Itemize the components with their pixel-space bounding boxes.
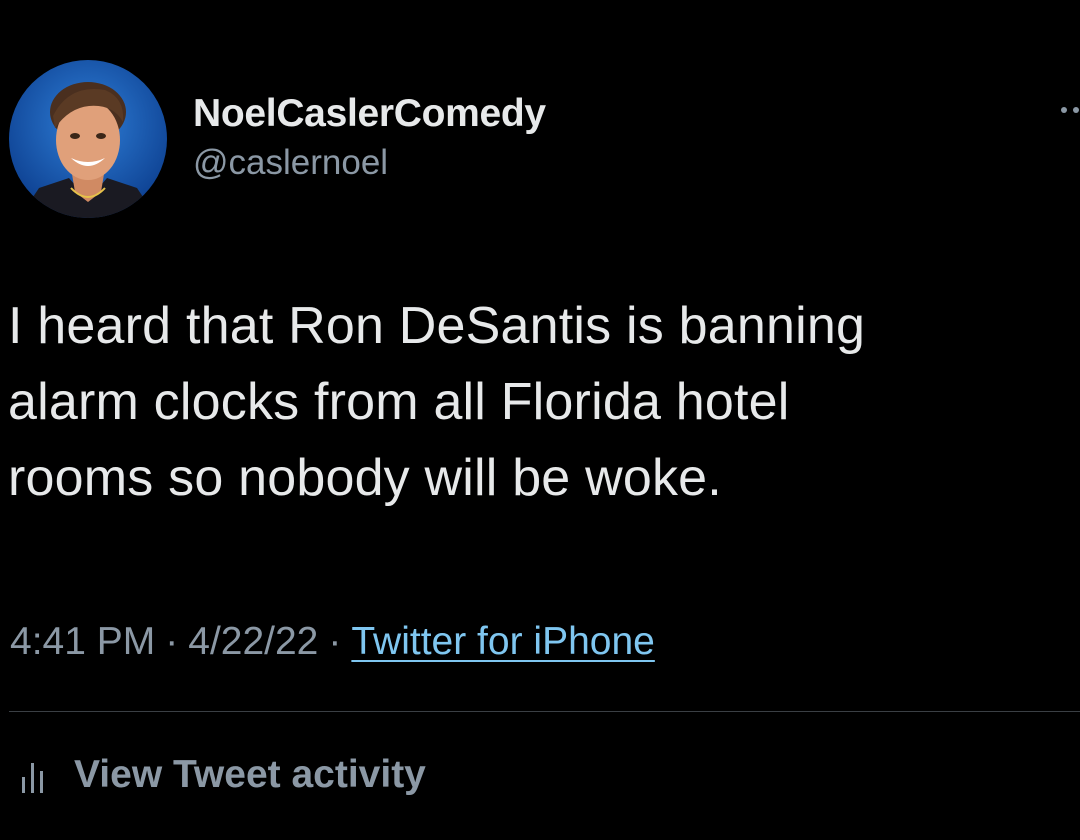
tweet-time[interactable]: 4:41 PM — [10, 620, 155, 663]
tweet-text: I heard that Ron DeSantis is banning ala… — [8, 288, 1073, 516]
tweet-text-line: I heard that Ron DeSantis is banning — [8, 297, 866, 355]
more-options-icon[interactable] — [1058, 100, 1080, 120]
avatar[interactable] — [9, 60, 167, 218]
tweet-detail: NoelCaslerComedy @caslernoel I heard tha… — [0, 0, 1080, 840]
tweet-text-line: rooms so nobody will be woke. — [8, 449, 722, 507]
user-handle[interactable]: @caslernoel — [193, 143, 388, 183]
avatar-image — [9, 60, 167, 218]
bar-chart-icon — [20, 753, 52, 797]
view-tweet-activity-button[interactable]: View Tweet activity — [20, 745, 426, 805]
tweet-metadata: 4:41 PM · 4/22/22 · Twitter for iPhone — [10, 620, 655, 664]
divider — [9, 711, 1080, 712]
tweet-text-line: alarm clocks from all Florida hotel — [8, 373, 790, 431]
meta-separator: · — [328, 620, 342, 663]
tweet-date[interactable]: 4/22/22 — [188, 620, 318, 663]
display-name[interactable]: NoelCaslerComedy — [193, 92, 546, 136]
tweet-source-link[interactable]: Twitter for iPhone — [351, 620, 654, 663]
meta-separator: · — [165, 620, 179, 663]
view-tweet-activity-label: View Tweet activity — [74, 753, 426, 796]
